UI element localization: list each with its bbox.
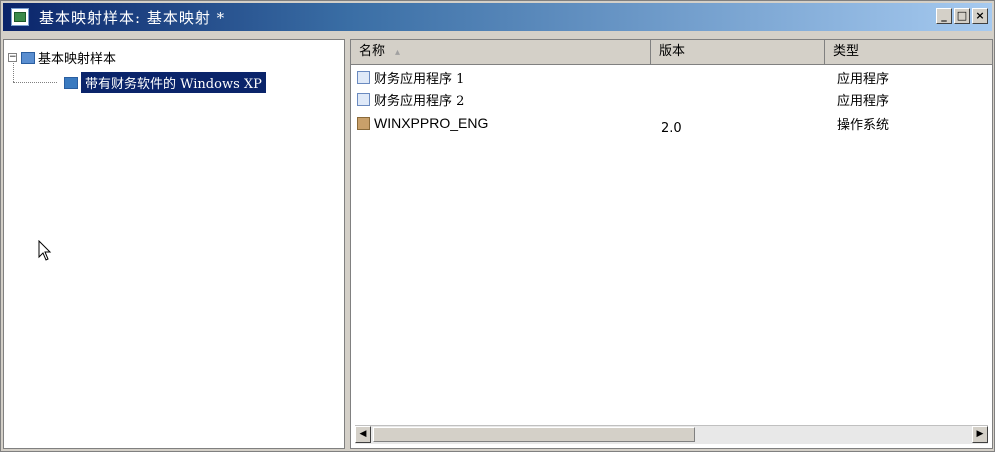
horizontal-scrollbar[interactable]: ◀ ▶ (355, 425, 988, 444)
tree-child-label: 带有财务软件的 Windows XP (81, 72, 266, 93)
list-row[interactable]: WINXPPRO_ENG 2.0 操作系统 (351, 112, 992, 136)
application-icon (357, 92, 370, 106)
column-header-name[interactable]: 名称 ▴ (351, 40, 651, 64)
tree-connector (13, 82, 57, 83)
windows-xp-icon (64, 76, 78, 89)
row-name: 财务应用程序 2 (374, 93, 465, 109)
list-row[interactable]: 财务应用程序 2 应用程序 (351, 88, 992, 110)
list-header: 名称 ▴ 版本 类型 (351, 40, 992, 65)
scroll-right-button[interactable]: ▶ (972, 426, 988, 443)
tree-pane: − 基本映射样本 带有财务软件的 Windows XP (3, 39, 345, 449)
minimize-button[interactable]: _ (936, 8, 952, 24)
tree-child-node[interactable]: 带有财务软件的 Windows XP (60, 72, 266, 93)
column-name-label: 名称 (359, 44, 386, 59)
row-type: 应用程序 (837, 93, 890, 109)
mouse-pointer-icon (38, 239, 52, 268)
row-type: 应用程序 (837, 71, 890, 87)
collapse-icon[interactable]: − (8, 53, 17, 62)
os-image-icon (357, 116, 370, 130)
scroll-thumb[interactable] (373, 427, 695, 442)
row-name: 财务应用程序 1 (374, 71, 465, 87)
list-row[interactable]: 财务应用程序 1 应用程序 (351, 66, 992, 88)
scroll-left-button[interactable]: ◀ (355, 426, 371, 443)
title-bar[interactable]: 基本映射样本: 基本映射 * _ □ × (3, 3, 992, 31)
column-header-type[interactable]: 类型 (825, 40, 992, 64)
application-icon (357, 70, 370, 84)
tree-root-node[interactable]: − 基本映射样本 (8, 48, 116, 67)
list-pane: 名称 ▴ 版本 类型 财务应用程序 1 应用程序 财务应用程序 2 应用程序 WI… (350, 39, 993, 449)
app-icon (11, 8, 29, 26)
mapping-icon (21, 51, 35, 64)
row-name: WINXPPRO_ENG (374, 115, 489, 131)
window-title: 基本映射样本: 基本映射 * (39, 8, 226, 27)
tree-root-label: 基本映射样本 (38, 52, 117, 67)
window-controls: _ □ × (936, 8, 988, 24)
close-button[interactable]: × (972, 8, 988, 24)
maximize-button[interactable]: □ (954, 8, 970, 24)
row-type: 操作系统 (837, 117, 890, 133)
sort-arrow-icon: ▴ (395, 47, 401, 58)
mapping-window: 基本映射样本: 基本映射 * _ □ × − 基本映射样本 带有财务软件的 Wi… (0, 0, 995, 452)
column-header-version[interactable]: 版本 (651, 40, 825, 64)
row-version: 2.0 (661, 120, 682, 136)
